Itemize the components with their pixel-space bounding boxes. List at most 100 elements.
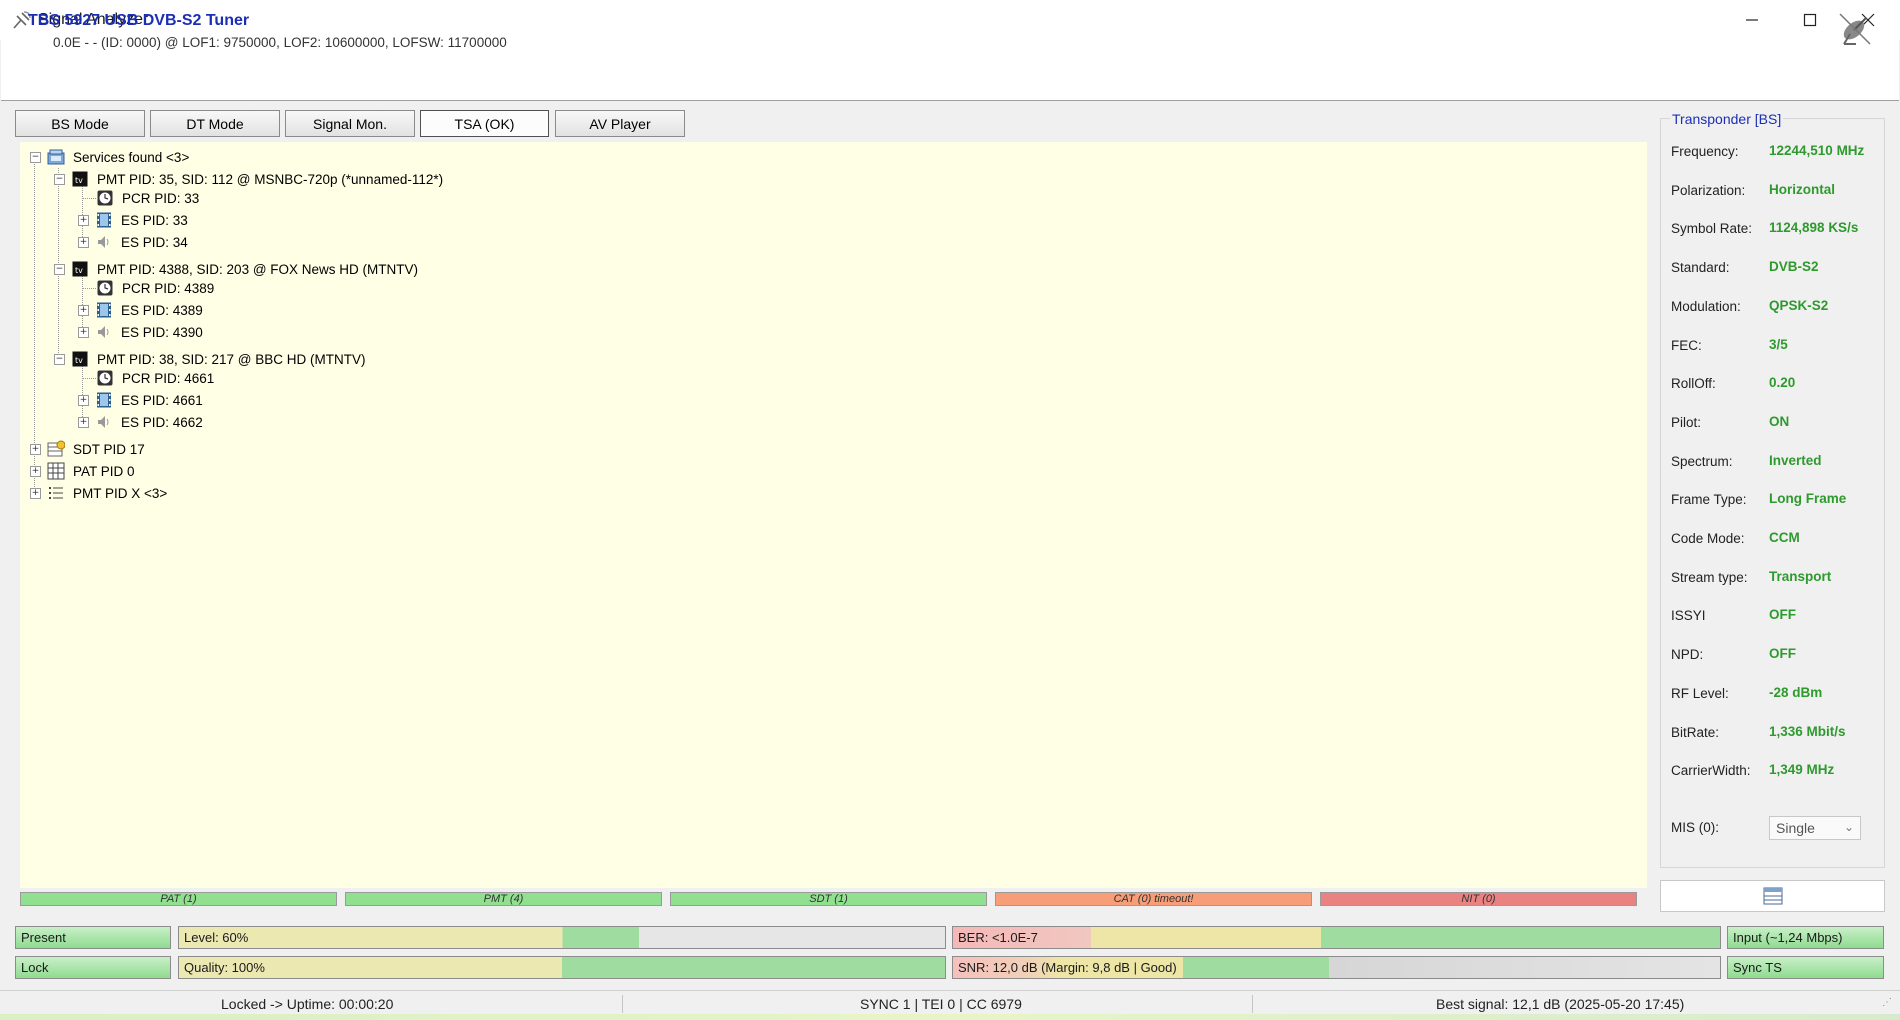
service-label: PMT PID: 4388, SID: 203 @ FOX News HD (M… (97, 261, 419, 277)
transponder-value: Horizontal (1769, 181, 1835, 197)
pmt-label: PMT PID X <3> (73, 485, 168, 501)
transponder-value: CCM (1769, 530, 1800, 545)
transponder-value: 1,336 Mbit/s (1769, 723, 1846, 739)
es-label: ES PID: 4390 (121, 324, 203, 340)
transponder-value: 3/5 (1769, 336, 1788, 352)
tv-icon: tv (71, 350, 89, 368)
transponder-title: Transponder [BS] (1670, 111, 1784, 127)
quality-bar-fill (179, 957, 945, 978)
es-video-node[interactable]: + ES PID: 4389 (78, 299, 203, 321)
mis-label: MIS (0): (1671, 820, 1720, 835)
es-label: ES PID: 34 (121, 234, 188, 250)
expand-icon[interactable]: + (30, 443, 41, 455)
transponder-label: Frame Type: (1671, 492, 1747, 508)
cat-status-bar: CAT (0) timeout! (995, 892, 1312, 906)
expand-icon[interactable]: + (78, 236, 89, 248)
mis-select[interactable]: Single ⌄ (1769, 816, 1861, 840)
es-video-node[interactable]: + ES PID: 4661 (78, 389, 203, 411)
transponder-value: 0.20 (1769, 375, 1796, 391)
maximize-button[interactable] (1781, 0, 1839, 40)
collapse-icon[interactable]: − (54, 353, 65, 365)
es-audio-node[interactable]: + ES PID: 4662 (78, 411, 203, 433)
satellite-dish-icon[interactable] (1836, 10, 1874, 48)
transponder-label: Code Mode: (1671, 531, 1745, 546)
grid-table-icon (47, 462, 65, 480)
speaker-icon (95, 413, 113, 431)
pcr-node[interactable]: PCR PID: 33 (96, 187, 199, 209)
svg-text:tv: tv (75, 176, 83, 185)
pat-status-bar: PAT (1) (20, 892, 337, 906)
tab-av-player[interactable]: AV Player (555, 110, 685, 137)
clock-icon (96, 279, 114, 297)
tab-dt-mode[interactable]: DT Mode (150, 110, 280, 137)
collapse-icon[interactable]: − (54, 263, 65, 275)
transponder-label: CarrierWidth: (1671, 763, 1751, 779)
pcr-label: PCR PID: 4661 (122, 370, 215, 386)
transponder-label: RollOff: (1671, 376, 1716, 392)
es-audio-node[interactable]: + ES PID: 34 (78, 231, 188, 253)
transponder-label: BitRate: (1671, 724, 1720, 740)
pcr-node[interactable]: PCR PID: 4661 (96, 367, 214, 389)
sync-text: SYNC 1 | TEI 0 | CC 6979 (860, 996, 1022, 1012)
pmt-status-bar: PMT (4) (345, 892, 662, 906)
expand-icon[interactable]: + (78, 304, 89, 316)
svg-text:tv: tv (75, 356, 83, 365)
clock-icon (96, 369, 114, 387)
transponder-value: OFF (1769, 607, 1796, 623)
transponder-label: Pilot: (1671, 414, 1702, 430)
list-icon (47, 484, 65, 502)
expand-icon[interactable]: + (78, 394, 89, 406)
mis-value: Single (1776, 820, 1815, 836)
pmt-node[interactable]: + PMT PID X <3> (30, 482, 167, 504)
collapse-icon[interactable]: − (30, 151, 41, 163)
tree-root-label: Services found <3> (73, 149, 190, 165)
collapse-icon[interactable]: − (54, 173, 65, 185)
tree-root[interactable]: − Services found <3> (30, 146, 189, 168)
service-tree[interactable]: − Services found <3> − tv PMT PID: 35, S… (20, 142, 1647, 888)
film-icon (95, 211, 113, 229)
title-bar (0, 0, 1900, 40)
clock-icon (96, 189, 114, 207)
tv-icon: tv (71, 260, 89, 278)
best-signal-text: Best signal: 12,1 dB (2025-05-20 17:45) (1436, 996, 1685, 1012)
transponder-label: Frequency: (1671, 144, 1739, 159)
lock-indicator: Lock (15, 956, 171, 979)
pat-node[interactable]: + PAT PID 0 (30, 460, 135, 482)
sdt-status-bar: SDT (1) (670, 892, 987, 906)
expand-icon[interactable]: + (78, 416, 89, 428)
pcr-node[interactable]: PCR PID: 4389 (96, 277, 214, 299)
transponder-value: OFF (1769, 646, 1796, 662)
maximize-icon (1803, 13, 1817, 27)
input-indicator: Input (~1,24 Mbps) (1727, 926, 1884, 949)
sync-ts-indicator: Sync TS (1727, 956, 1884, 979)
calculator-button[interactable] (1660, 880, 1885, 912)
taskbar-strip (0, 1014, 1900, 1020)
uptime-text: Locked -> Uptime: 00:00:20 (221, 996, 394, 1012)
expand-icon[interactable]: + (78, 214, 89, 226)
tab-signal-mon[interactable]: Signal Mon. (285, 110, 415, 137)
expand-icon[interactable]: + (30, 487, 41, 499)
expand-icon[interactable]: + (30, 465, 41, 477)
tab-tsa[interactable]: TSA (OK) (420, 110, 549, 137)
ber-meter: BER: <1.0E-7 (952, 926, 1721, 949)
transponder-value: -28 dBm (1769, 684, 1823, 700)
status-bar: Locked -> Uptime: 00:00:20 SYNC 1 | TEI … (0, 990, 1900, 1015)
tab-bs-mode[interactable]: BS Mode (15, 110, 145, 137)
tuner-name: TBS 5927 USB DVB-S2 Tuner (28, 12, 250, 29)
resize-grip-icon[interactable]: ⋰ (1882, 997, 1892, 1008)
transponder-value: 12244,510 MHz (1769, 143, 1865, 158)
service-label: PMT PID: 35, SID: 112 @ MSNBC-720p (*unn… (97, 171, 444, 187)
sdt-table-icon (47, 440, 65, 458)
film-icon (95, 301, 113, 319)
es-video-node[interactable]: + ES PID: 33 (78, 209, 188, 231)
transponder-value: ON (1769, 413, 1790, 429)
minimize-button[interactable] (1723, 0, 1781, 40)
transponder-label: Spectrum: (1671, 453, 1733, 469)
transponder-label: RF Level: (1671, 685, 1729, 701)
chevron-down-icon: ⌄ (1843, 820, 1854, 834)
pcr-label: PCR PID: 4389 (122, 280, 215, 296)
service-label: PMT PID: 38, SID: 217 @ BBC HD (MTNTV) (97, 351, 366, 367)
expand-icon[interactable]: + (78, 326, 89, 338)
es-audio-node[interactable]: + ES PID: 4390 (78, 321, 203, 343)
sdt-node[interactable]: + SDT PID 17 (30, 438, 145, 460)
